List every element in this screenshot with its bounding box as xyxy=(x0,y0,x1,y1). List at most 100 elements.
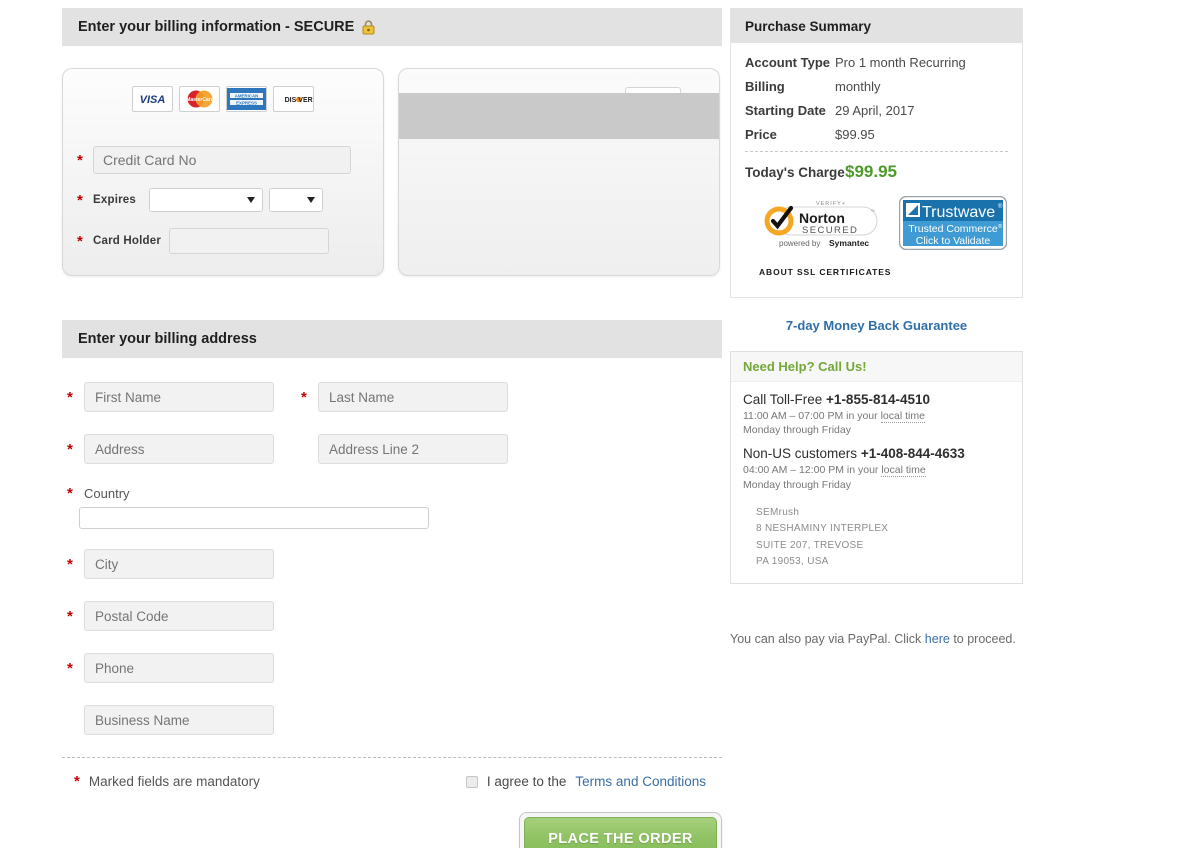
country-select[interactable] xyxy=(79,507,429,529)
address-line: 8 NESHAMINY INTERPLEX xyxy=(756,523,889,535)
tollfree-days: Monday through Friday xyxy=(743,424,851,437)
svg-text:VISA: VISA xyxy=(140,94,166,106)
address-line: SEMrush xyxy=(756,506,800,518)
required-marker: * xyxy=(67,555,73,573)
address-line: SUITE 207, TREVOSE xyxy=(756,539,864,551)
tollfree-hours: 11:00 AM – 07:00 PM in your local time xyxy=(743,409,1010,423)
card-brand-logos: VISA MasterCard AMERICAN EXPRESS DISC VE… xyxy=(63,69,383,112)
summary-value: 29 April, 2017 xyxy=(835,103,915,118)
phone-row: * xyxy=(62,653,722,683)
address-input[interactable] xyxy=(84,434,274,464)
form-footer: * Marked fields are mandatory I agree to… xyxy=(62,757,722,848)
paypal-here-link[interactable]: here xyxy=(925,632,950,646)
address-line: PA 19053, USA xyxy=(756,556,829,568)
billing-address-form: * * * * * Country xyxy=(62,382,722,735)
card-holder-input[interactable] xyxy=(169,228,329,254)
visa-icon: VISA xyxy=(132,86,173,112)
expiry-year-select[interactable] xyxy=(269,188,323,212)
local-time-link[interactable]: local time xyxy=(881,464,926,478)
svg-text:Trustwave: Trustwave xyxy=(922,204,995,221)
svg-text:EXPRESS: EXPRESS xyxy=(236,100,257,105)
expires-label: Expires xyxy=(93,194,136,206)
todays-charge-row: Today's Charge $99.95 xyxy=(745,162,1008,182)
agree-text: I agree to the xyxy=(486,774,567,789)
phone-input[interactable] xyxy=(84,653,274,683)
local-time-link[interactable]: local time xyxy=(880,410,925,423)
svg-text:Click to Validate: Click to Validate xyxy=(916,235,991,247)
nonus-days: Monday through Friday xyxy=(743,478,851,491)
billing-column: Enter your billing information - SECURE … xyxy=(62,8,722,848)
paypal-note: You can also pay via PayPal. Click here … xyxy=(730,630,1023,648)
summary-key: Price xyxy=(745,127,777,142)
city-input[interactable] xyxy=(84,549,274,579)
required-marker: * xyxy=(77,191,83,209)
required-marker: * xyxy=(77,151,83,169)
mastercard-icon: MasterCard xyxy=(179,86,220,112)
lock-icon xyxy=(362,19,375,35)
tollfree-label: Call Toll-Free xyxy=(743,392,823,407)
place-order-button[interactable]: PLACE THE ORDER xyxy=(524,817,717,848)
last-name-input[interactable] xyxy=(318,382,508,412)
credit-card-number-input[interactable] xyxy=(93,146,351,174)
trustwave-badge[interactable]: Trustwave ® Trusted Commerce ® Click to … xyxy=(898,195,1008,255)
trust-badges: VERIFY+ Norton SECURED ™ powered by Syma… xyxy=(745,182,1008,259)
nonus-block: Non-US customers +1-408-844-4633 04:00 A… xyxy=(743,446,1010,491)
summary-value: $99.95 xyxy=(835,127,875,142)
svg-text:™: ™ xyxy=(870,209,875,215)
sidebar-column: Purchase Summary Account Type Pro 1 mont… xyxy=(730,8,1023,648)
svg-text:VERIFY+: VERIFY+ xyxy=(816,201,846,207)
need-help-header: Need Help? Call Us! xyxy=(731,352,1022,382)
purchase-summary-box: Purchase Summary Account Type Pro 1 mont… xyxy=(730,8,1023,298)
discover-icon: DISC VER xyxy=(273,86,314,112)
svg-text:SECURED: SECURED xyxy=(802,225,858,236)
american-express-icon: AMERICAN EXPRESS xyxy=(226,86,267,112)
nonus-line: Non-US customers +1-408-844-4633 xyxy=(743,446,1010,461)
svg-text:AMERICAN: AMERICAN xyxy=(235,93,259,98)
business-name-input[interactable] xyxy=(84,705,274,735)
billing-info-title: Enter your billing information - SECURE xyxy=(78,19,355,35)
paypal-text-after: to proceed. xyxy=(953,631,1016,646)
required-marker: * xyxy=(67,388,73,406)
about-ssl-certificates-link[interactable]: ABOUT SSL CERTIFICATES xyxy=(745,259,1008,287)
norton-secured-badge[interactable]: VERIFY+ Norton SECURED ™ powered by Syma… xyxy=(757,196,881,255)
required-marker: * xyxy=(301,388,307,406)
need-help-body: Call Toll-Free +1-855-814-4510 11:00 AM … xyxy=(731,382,1022,583)
required-marker: * xyxy=(67,440,73,458)
postal-row: * xyxy=(62,601,722,631)
terms-agreement-row: I agree to the Terms and Conditions xyxy=(465,774,706,789)
svg-text:Trusted Commerce: Trusted Commerce xyxy=(908,223,998,235)
todays-charge-value: $99.95 xyxy=(845,162,897,181)
terms-checkbox[interactable] xyxy=(465,775,478,788)
summary-row: Account Type Pro 1 month Recurring xyxy=(745,55,1008,70)
summary-row: Price $99.95 xyxy=(745,127,1008,142)
summary-row: Starting Date 29 April, 2017 xyxy=(745,103,1008,118)
paypal-text-before: You can also pay via PayPal. Click xyxy=(730,631,922,646)
chevron-down-icon xyxy=(247,197,255,203)
svg-text:®: ® xyxy=(998,203,1003,210)
required-marker: * xyxy=(77,232,83,250)
svg-text:powered by: powered by xyxy=(779,239,820,248)
billing-info-header: Enter your billing information - SECURE xyxy=(62,8,722,46)
tollfree-hours-text: 11:00 AM – 07:00 PM in your xyxy=(743,410,878,422)
tollfree-line: Call Toll-Free +1-855-814-4510 xyxy=(743,392,1010,407)
country-row: * Country xyxy=(62,486,722,529)
nonus-label: Non-US customers xyxy=(743,446,858,462)
card-panels: VISA MasterCard AMERICAN EXPRESS DISC VE… xyxy=(62,68,722,276)
first-name-input[interactable] xyxy=(84,382,274,412)
chevron-down-icon xyxy=(307,197,315,203)
terms-and-conditions-link[interactable]: Terms and Conditions xyxy=(575,774,706,789)
magnetic-stripe xyxy=(399,93,719,139)
money-back-guarantee[interactable]: 7-day Money Back Guarantee xyxy=(730,318,1023,333)
mandatory-text: Marked fields are mandatory xyxy=(88,774,260,789)
svg-text:®: ® xyxy=(998,223,1002,230)
nonus-number: +1-408-844-4633 xyxy=(860,446,965,462)
name-row: * * xyxy=(62,382,722,412)
required-marker: * xyxy=(67,607,73,625)
postal-code-input[interactable] xyxy=(84,601,274,631)
expiry-month-select[interactable] xyxy=(149,188,263,212)
card-holder-label: Card Holder xyxy=(93,235,162,247)
address-line2-input[interactable] xyxy=(318,434,508,464)
svg-text:VER: VER xyxy=(298,97,312,104)
checkout-page: Enter your billing information - SECURE … xyxy=(0,0,1200,848)
summary-value: Pro 1 month Recurring xyxy=(835,55,966,70)
